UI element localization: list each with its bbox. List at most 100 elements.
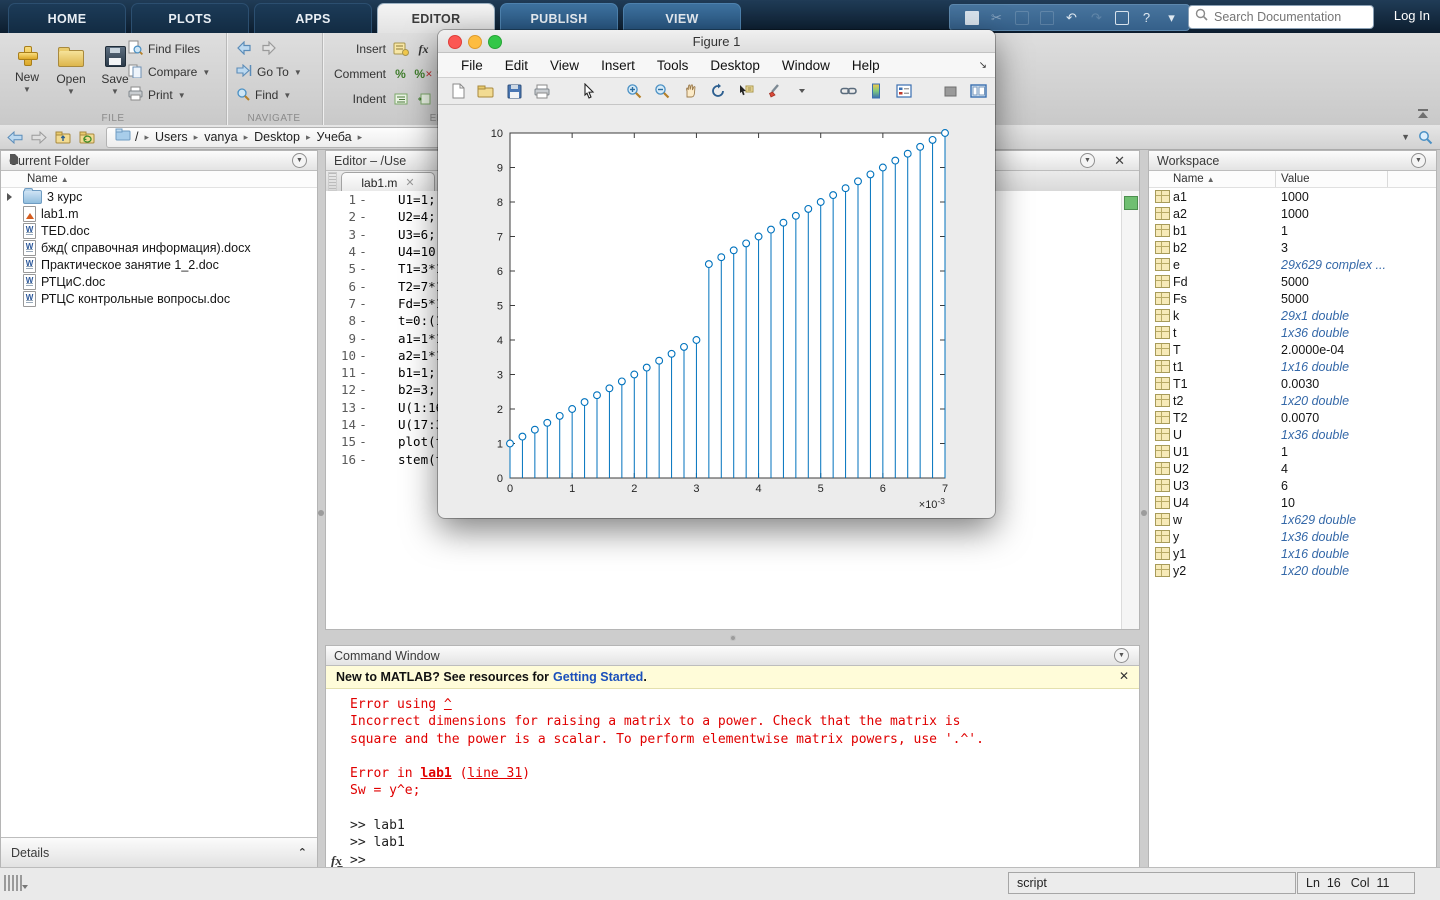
workspace-variable-row[interactable]: Fd5000 — [1149, 273, 1436, 290]
file-row[interactable]: РТЦиС.doc — [1, 273, 317, 290]
getting-started-link[interactable]: Getting Started — [553, 670, 643, 684]
figure-plot-canvas[interactable]: 01234567012345678910×10-3 — [438, 102, 995, 518]
window-icon[interactable] — [1114, 10, 1129, 25]
workspace-variable-row[interactable]: Fs5000 — [1149, 290, 1436, 307]
hide-plot-tools-icon[interactable] — [940, 81, 960, 101]
workspace-variable-row[interactable]: a21000 — [1149, 205, 1436, 222]
compare-button[interactable]: Compare ▼ — [128, 64, 210, 80]
command-output[interactable]: Error using ^ Incorrect dimensions for r… — [326, 688, 1139, 867]
workspace-variable-row[interactable]: t11x16 double — [1149, 358, 1436, 375]
save-icon[interactable] — [964, 10, 979, 25]
back-arrow-icon[interactable] — [236, 41, 254, 58]
insert-colorbar-icon[interactable] — [866, 81, 886, 101]
zoom-in-icon[interactable] — [624, 81, 644, 101]
redo-icon[interactable]: ↷ — [1089, 10, 1104, 25]
workspace-variable-row[interactable]: y1x36 double — [1149, 528, 1436, 545]
file-row[interactable]: бжд( справочная информация).docx — [1, 239, 317, 256]
workspace-variable-row[interactable]: U36 — [1149, 477, 1436, 494]
ribbon-tab-home[interactable]: HOME — [8, 3, 126, 34]
login-button[interactable]: Log In — [1394, 8, 1430, 23]
figure-menu-edit[interactable]: Edit — [494, 58, 539, 73]
data-cursor-icon[interactable] — [736, 81, 756, 101]
command-window-menu-icon[interactable]: ▼ — [1114, 648, 1129, 663]
breadcrumb-item-0[interactable]: / — [135, 130, 138, 144]
workspace-variable-row[interactable]: y21x20 double — [1149, 562, 1436, 579]
save-floppy-icon[interactable] — [504, 81, 524, 101]
insert-function-icon[interactable]: fx — [415, 41, 432, 58]
figure-menu-insert[interactable]: Insert — [590, 58, 646, 73]
find-files-button[interactable]: Find Files — [128, 41, 210, 57]
comment-percent-icon[interactable]: % — [392, 66, 409, 83]
file-row[interactable]: Практическое занятие 1_2.doc — [1, 256, 317, 273]
indent-right-icon[interactable] — [415, 91, 432, 108]
figure-menu-file[interactable]: File — [450, 58, 494, 73]
workspace-variable-row[interactable]: b11 — [1149, 222, 1436, 239]
ribbon-tab-plots[interactable]: PLOTS — [131, 3, 249, 34]
figure-titlebar[interactable]: Figure 1 — [438, 30, 995, 53]
code-analyzer-ok-indicator[interactable] — [1124, 196, 1138, 210]
details-collapse-icon[interactable]: ⌃ — [298, 846, 307, 859]
workspace-variable-row[interactable]: t1x36 double — [1149, 324, 1436, 341]
error-link[interactable]: ^ — [444, 697, 452, 712]
workspace-variable-row[interactable]: e29x629 complex ... — [1149, 256, 1436, 273]
undo-icon[interactable]: ↶ — [1064, 10, 1079, 25]
insert-section-icon[interactable] — [392, 41, 409, 58]
search-documentation-box[interactable] — [1188, 5, 1374, 29]
nav-back-icon[interactable] — [6, 129, 24, 145]
current-folder-column-header[interactable]: Name ▲ — [1, 171, 317, 188]
editor-menu-icon[interactable]: ▼ — [1080, 153, 1095, 168]
right-splitter-handle[interactable] — [1141, 510, 1147, 516]
figure-menu-desktop[interactable]: Desktop — [699, 58, 771, 73]
workspace-variable-row[interactable]: U24 — [1149, 460, 1436, 477]
workspace-variable-row[interactable]: T20.0070 — [1149, 409, 1436, 426]
workspace-variable-row[interactable]: k29x1 double — [1149, 307, 1436, 324]
browse-folder-icon[interactable] — [78, 129, 96, 145]
open-folder-icon[interactable] — [476, 81, 496, 101]
insert-legend-icon[interactable] — [894, 81, 914, 101]
zoom-button[interactable] — [488, 35, 502, 49]
tab-close-icon[interactable]: ✕ — [405, 176, 414, 189]
workspace-variable-row[interactable]: a11000 — [1149, 188, 1436, 205]
rotate-3d-icon[interactable] — [708, 81, 728, 101]
error-link[interactable]: line 31 — [467, 766, 522, 781]
minimize-button[interactable] — [468, 35, 482, 49]
forward-arrow-icon[interactable] — [259, 41, 277, 58]
workspace-menu-icon[interactable]: ▼ — [1411, 153, 1426, 168]
workspace-variable-row[interactable]: w1x629 double — [1149, 511, 1436, 528]
path-dropdown-caret[interactable]: ▼ — [1401, 132, 1410, 142]
figure-window[interactable]: Figure 1 FileEditViewInsertToolsDesktopW… — [438, 30, 995, 518]
show-plot-tools-icon[interactable] — [968, 81, 988, 101]
workspace-variable-row[interactable]: T10.0030 — [1149, 375, 1436, 392]
editor-close-icon[interactable]: ✕ — [1114, 153, 1125, 169]
link-plots-icon[interactable] — [838, 81, 858, 101]
open-button[interactable]: Open ▼ — [52, 39, 90, 111]
workspace-column-header[interactable]: Name▲ Value — [1149, 171, 1436, 188]
path-search-icon[interactable] — [1416, 129, 1434, 145]
figure-menu-tools[interactable]: Tools — [646, 58, 700, 73]
banner-close-icon[interactable]: ✕ — [1119, 669, 1129, 683]
close-button[interactable] — [448, 35, 462, 49]
breadcrumb-item-3[interactable]: Desktop — [254, 130, 300, 144]
workspace-variable-row[interactable]: b23 — [1149, 239, 1436, 256]
figure-menu-window[interactable]: Window — [771, 58, 841, 73]
breadcrumb-item-1[interactable]: Users — [155, 130, 188, 144]
file-row[interactable]: TED.doc — [1, 222, 317, 239]
editor-tab-lab1[interactable]: lab1.m ✕ — [341, 172, 435, 192]
nav-forward-icon[interactable] — [30, 129, 48, 145]
uncomment-icon[interactable]: %✕ — [415, 66, 432, 83]
workspace-variable-row[interactable]: U1x36 double — [1149, 426, 1436, 443]
ribbon-tab-apps[interactable]: APPS — [254, 3, 372, 34]
brush-caret-icon[interactable] — [792, 81, 812, 101]
file-row[interactable]: 3 курс — [1, 188, 317, 205]
details-bar[interactable]: Details ⌃ — [1, 837, 317, 867]
breadcrumb-item-4[interactable]: Учеба — [316, 130, 351, 144]
search-input[interactable] — [1212, 9, 1377, 25]
print-button[interactable]: Print ▼ — [128, 87, 210, 103]
workspace-variable-row[interactable]: U410 — [1149, 494, 1436, 511]
current-folder-menu-icon[interactable]: ▼ — [292, 153, 307, 168]
print-icon[interactable] — [532, 81, 552, 101]
tab-drag-handle[interactable] — [328, 172, 337, 191]
workspace-variable-row[interactable]: y11x16 double — [1149, 545, 1436, 562]
dropdown-icon[interactable]: ▾ — [1164, 10, 1179, 25]
figure-menu-view[interactable]: View — [539, 58, 590, 73]
